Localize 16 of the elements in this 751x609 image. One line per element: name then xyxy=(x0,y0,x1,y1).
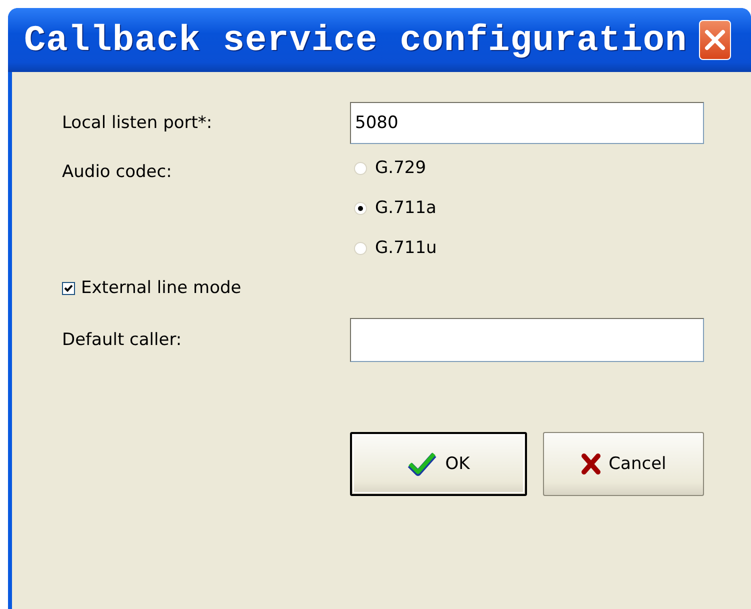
close-icon xyxy=(704,29,726,51)
field-label: Audio codec: xyxy=(62,161,173,182)
field-label: Local listen port*: xyxy=(62,112,214,135)
codec-radio[interactable]: G.711u xyxy=(354,238,704,258)
caller-field[interactable] xyxy=(350,318,704,362)
field-label: Default caller: xyxy=(62,329,183,352)
cancel-button[interactable]: Cancel xyxy=(542,432,704,496)
close-button[interactable] xyxy=(699,20,732,60)
ok-button[interactable]: OK xyxy=(350,432,527,496)
external-line-checkbox[interactable]: External line mode xyxy=(62,278,704,298)
codec-radio[interactable]: G.729 xyxy=(354,158,704,178)
window-title: Callback service configuration xyxy=(24,20,688,60)
port-field[interactable]: 5080 xyxy=(350,102,704,144)
checkmark-icon xyxy=(407,451,438,477)
cross-icon xyxy=(580,453,601,475)
codec-radio[interactable]: G.711a xyxy=(354,198,704,218)
